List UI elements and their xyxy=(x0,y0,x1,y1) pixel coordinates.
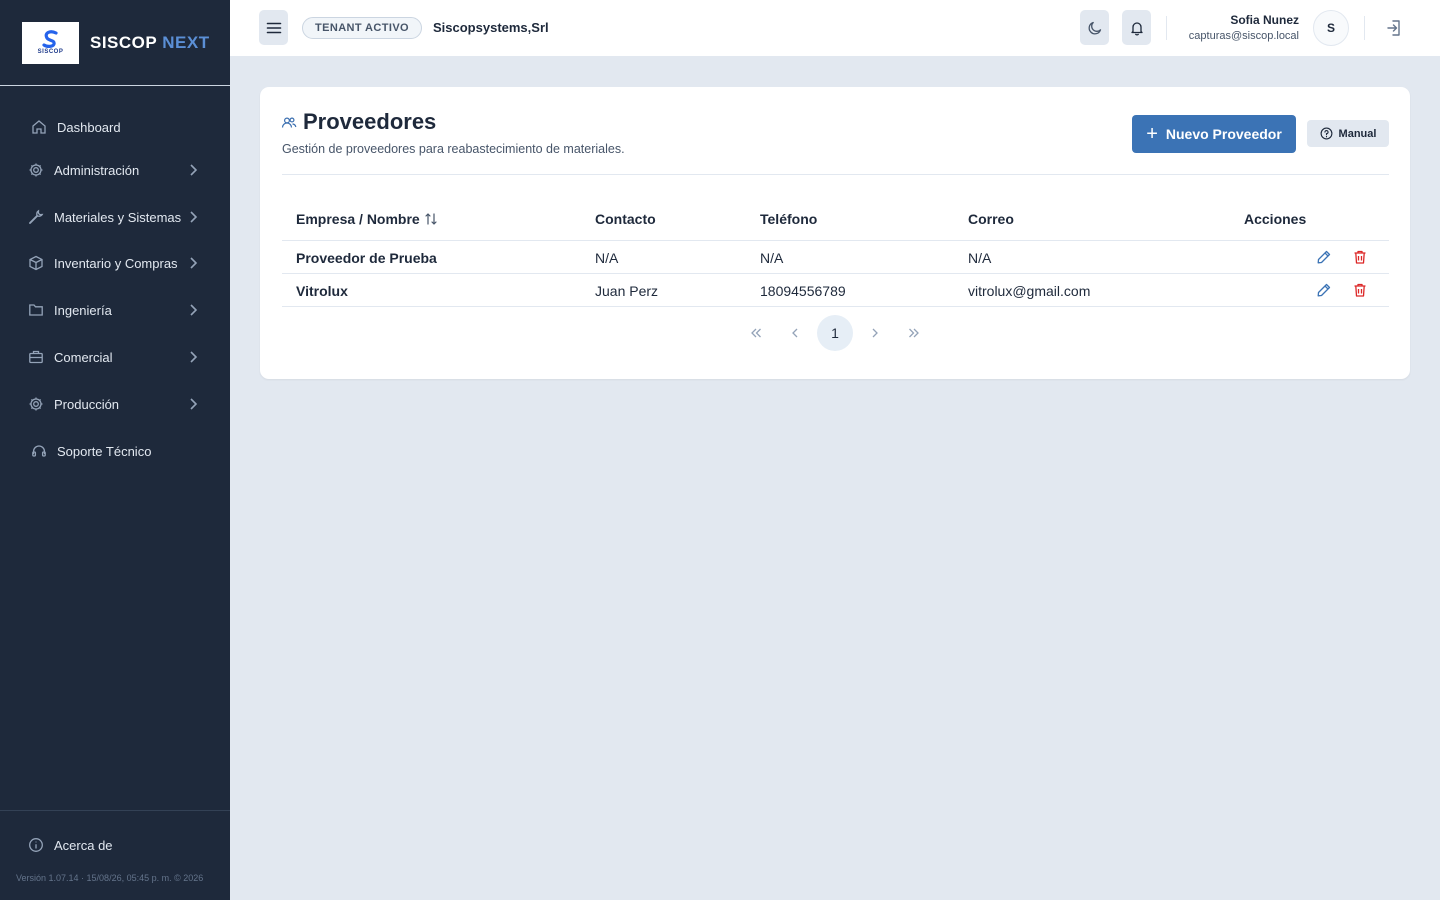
moon-icon xyxy=(1088,21,1101,34)
manual-label: Manual xyxy=(1338,127,1377,140)
topbar-divider xyxy=(1166,16,1167,40)
sidebar-footer: Acerca de Versión 1.07.14 · 15/08/26, 05… xyxy=(0,810,230,883)
pagination: 1 xyxy=(260,315,1410,351)
sidebar-item-comercial[interactable]: Comercial xyxy=(0,337,230,377)
sidebar-item-label: Ingeniería xyxy=(54,302,112,318)
first-page-button[interactable] xyxy=(738,315,774,351)
next-page-button[interactable] xyxy=(857,315,893,351)
column-header-actions: Acciones xyxy=(1244,211,1307,227)
chevron-right-icon xyxy=(190,211,198,223)
box-icon xyxy=(29,255,43,271)
siscop-logo[interactable]: SISCOP xyxy=(22,21,79,64)
cell-email: N/A xyxy=(968,249,992,266)
new-supplier-label: Nuevo Proveedor xyxy=(1165,126,1282,142)
chevron-left-icon xyxy=(792,328,798,338)
brand: SISCOP SISCOP NEXT xyxy=(0,0,230,86)
page-button-current[interactable]: 1 xyxy=(817,315,853,351)
bell-icon xyxy=(1130,21,1143,35)
folder-icon xyxy=(29,304,43,316)
users-icon xyxy=(281,117,297,128)
header-divider xyxy=(282,174,1389,175)
logo-text: SISCOP xyxy=(37,49,64,55)
chevron-right-icon xyxy=(190,164,198,176)
chevron-right-icon xyxy=(190,257,198,269)
chevron-right-icon xyxy=(190,398,198,410)
sidebar-item-materiales[interactable]: Materiales y Sistemas xyxy=(0,197,230,237)
help-circle-icon xyxy=(1320,127,1332,140)
user-name: Sofia Nunez xyxy=(1230,13,1299,27)
topbar-divider xyxy=(1364,16,1365,40)
hamburger-icon xyxy=(266,22,281,33)
about-label: Acerca de xyxy=(54,837,113,853)
trash-icon[interactable] xyxy=(1352,282,1368,298)
cell-email: vitrolux@gmail.com xyxy=(968,282,1091,299)
sidebar-item-inventario[interactable]: Inventario y Compras xyxy=(0,243,230,283)
topbar: TENANT ACTIVO Siscopsystems,Srl Sofia Nu… xyxy=(230,0,1440,57)
cell-name: Proveedor de Prueba xyxy=(296,249,437,266)
page-subtitle: Gestión de proveedores para reabastecimi… xyxy=(282,142,625,156)
notifications-button[interactable] xyxy=(1122,10,1151,45)
edit-icon[interactable] xyxy=(1316,249,1332,265)
sidebar-item-label: Comercial xyxy=(54,349,113,365)
cell-name: Vitrolux xyxy=(296,282,348,299)
about-link[interactable]: Acerca de xyxy=(0,829,230,861)
prev-page-button[interactable] xyxy=(777,315,813,351)
wrench-icon xyxy=(29,209,44,224)
column-header-name[interactable]: Empresa / Nombre xyxy=(296,197,438,241)
column-header-phone: Teléfono xyxy=(760,211,818,227)
user-email: capturas@siscop.local xyxy=(1188,30,1299,42)
chevrons-left-icon xyxy=(751,328,761,338)
tenant-name: Siscopsystems,Srl xyxy=(433,20,549,35)
menu-toggle-button[interactable] xyxy=(259,10,288,45)
edit-icon[interactable] xyxy=(1316,282,1332,298)
cell-contact: N/A xyxy=(595,249,619,266)
sidebar-item-label: Inventario y Compras xyxy=(54,255,178,271)
chevron-right-icon xyxy=(190,304,198,316)
brand-name-primary: SISCOP xyxy=(90,32,158,52)
user-avatar[interactable]: S xyxy=(1313,10,1349,46)
brand-name: SISCOP NEXT xyxy=(90,33,210,53)
trash-icon[interactable] xyxy=(1352,249,1368,265)
table-row: Proveedor de Prueba N/A N/A N/A xyxy=(282,241,1389,274)
plus-icon: + xyxy=(1146,123,1158,145)
sidebar-item-soporte[interactable]: Soporte Técnico xyxy=(0,431,230,471)
table-row: Vitrolux Juan Perz 18094556789 vitrolux@… xyxy=(282,274,1389,307)
last-page-button[interactable] xyxy=(896,315,932,351)
sidebar-item-dashboard[interactable]: Dashboard xyxy=(0,107,230,147)
manual-button[interactable]: Manual xyxy=(1307,120,1389,147)
column-header-contact: Contacto xyxy=(595,211,656,227)
column-header-email: Correo xyxy=(968,211,1014,227)
sidebar-item-label: Soporte Técnico xyxy=(57,443,152,459)
sort-icon xyxy=(425,213,437,225)
sidebar-item-label: Materiales y Sistemas xyxy=(54,209,182,225)
suppliers-card: Proveedores Gestión de proveedores para … xyxy=(260,87,1410,379)
sidebar-item-label: Dashboard xyxy=(57,119,121,135)
sidebar: SISCOP SISCOP NEXT Dashboard Administraci… xyxy=(0,0,230,900)
briefcase-icon xyxy=(29,350,43,364)
column-header-label: Empresa / Nombre xyxy=(296,211,420,227)
new-supplier-button[interactable]: + Nuevo Proveedor xyxy=(1132,115,1296,153)
info-icon xyxy=(29,838,43,852)
headset-icon xyxy=(32,445,46,457)
home-icon xyxy=(32,120,46,134)
cell-phone: N/A xyxy=(760,249,784,266)
sidebar-item-label: Producción xyxy=(54,396,120,412)
brand-name-accent: NEXT xyxy=(162,32,210,52)
chevron-right-icon xyxy=(190,351,198,363)
version-text: Versión 1.07.14 · 15/08/26, 05:45 p. m. … xyxy=(16,873,204,883)
gear-icon xyxy=(29,397,43,411)
cell-contact: Juan Perz xyxy=(595,282,659,299)
gear-icon xyxy=(29,163,43,177)
chevron-right-icon xyxy=(872,328,878,338)
page-title: Proveedores xyxy=(303,109,437,134)
sidebar-item-produccion[interactable]: Producción xyxy=(0,384,230,424)
sidebar-item-administracion[interactable]: Administración xyxy=(0,150,230,190)
sidebar-item-ingenieria[interactable]: Ingeniería xyxy=(0,290,230,330)
chevrons-right-icon xyxy=(909,328,919,338)
logout-icon[interactable] xyxy=(1385,18,1405,38)
theme-toggle-button[interactable] xyxy=(1080,10,1109,45)
cell-phone: 18094556789 xyxy=(760,282,846,299)
tenant-status-badge: TENANT ACTIVO xyxy=(302,17,423,39)
sidebar-item-label: Administración xyxy=(54,162,140,178)
